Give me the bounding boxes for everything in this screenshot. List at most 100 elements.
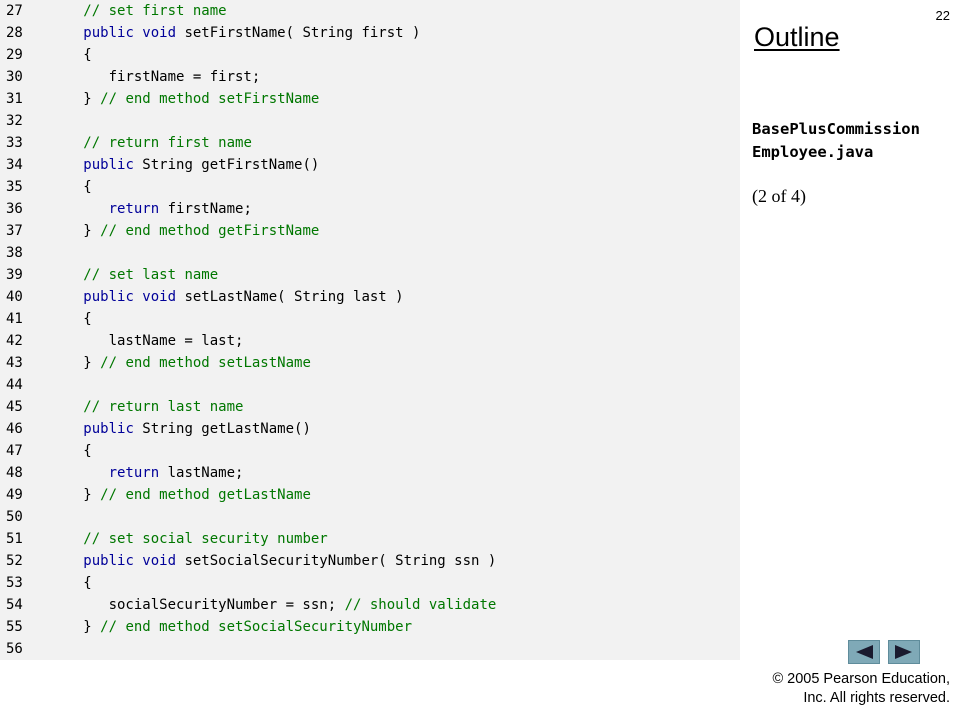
code-comment: // end method setLastName (100, 355, 311, 371)
code-line: 46 public String getLastName() (0, 418, 740, 440)
code-token: } (58, 91, 101, 107)
code-token: { (58, 575, 92, 591)
file-title-line-1: BasePlusCommission (752, 120, 920, 138)
code-token: } (58, 619, 101, 635)
code-keyword: public (83, 157, 134, 173)
code-line: 29 { (0, 44, 740, 66)
code-comment: // end method setFirstName (100, 91, 320, 107)
code-line: 49 } // end method getLastName (0, 484, 740, 506)
line-number: 46 (6, 421, 23, 437)
line-number: 38 (6, 245, 23, 261)
code-text: } // end method getFirstName (58, 220, 319, 242)
code-comment: // set first name (83, 3, 227, 19)
arrow-left-icon (856, 645, 873, 659)
code-text: firstName = first; (58, 66, 261, 88)
code-text: // set first name (58, 0, 227, 22)
code-line: 45 // return last name (0, 396, 740, 418)
line-number: 32 (6, 113, 23, 129)
line-number: 29 (6, 47, 23, 63)
line-number: 54 (6, 597, 23, 613)
code-text: public void setSocialSecurityNumber( Str… (58, 550, 496, 572)
code-line: 40 public void setLastName( String last … (0, 286, 740, 308)
code-text: lastName = last; (58, 330, 244, 352)
line-number: 36 (6, 201, 23, 217)
code-text: { (58, 572, 92, 594)
code-token: } (58, 355, 101, 371)
code-keyword: public void (83, 553, 177, 569)
code-line: 47 { (0, 440, 740, 462)
outline-title[interactable]: Outline (754, 22, 840, 53)
copyright-notice: © 2005 Pearson Education, Inc. All right… (730, 670, 950, 708)
code-token: setLastName( String last ) (176, 289, 404, 305)
code-text: return lastName; (58, 462, 244, 484)
code-line: 35 { (0, 176, 740, 198)
code-line: 55 } // end method setSocialSecurityNumb… (0, 616, 740, 638)
line-number: 40 (6, 289, 23, 305)
code-token: { (58, 311, 92, 327)
page-number: 22 (935, 8, 950, 23)
code-line: 53 { (0, 572, 740, 594)
code-line: 48 return lastName; (0, 462, 740, 484)
code-token: socialSecurityNumber = ssn; (58, 597, 345, 613)
file-title: BasePlusCommission Employee.java (752, 118, 958, 164)
code-line: 50 (0, 506, 740, 528)
line-number: 43 (6, 355, 23, 371)
code-keyword: public void (83, 289, 177, 305)
code-line: 41 { (0, 308, 740, 330)
line-number: 27 (6, 3, 23, 19)
code-comment: // end method getLastName (100, 487, 311, 503)
line-number: 42 (6, 333, 23, 349)
code-text: } // end method setLastName (58, 352, 311, 374)
code-line: 27 // set first name (0, 0, 740, 22)
code-token: setFirstName( String first ) (176, 25, 421, 41)
line-number: 53 (6, 575, 23, 591)
code-token: lastName; (159, 465, 244, 481)
code-listing-panel: 27 // set first name 28 public void setFi… (0, 0, 740, 660)
code-text: // return first name (58, 132, 252, 154)
code-token: String getLastName() (133, 421, 311, 437)
previous-slide-button[interactable] (848, 640, 880, 664)
code-text: public void setLastName( String last ) (58, 286, 404, 308)
code-comment: // set last name (83, 267, 219, 283)
code-text: socialSecurityNumber = ssn; // should va… (58, 594, 497, 616)
code-text: public String getFirstName() (58, 154, 319, 176)
copyright-line-2: Inc. All rights reserved. (803, 690, 950, 706)
code-token: setSocialSecurityNumber( String ssn ) (176, 553, 497, 569)
line-number: 37 (6, 223, 23, 239)
code-line: 52 public void setSocialSecurityNumber( … (0, 550, 740, 572)
code-line: 28 public void setFirstName( String firs… (0, 22, 740, 44)
next-slide-button[interactable] (888, 640, 920, 664)
code-keyword: public void (83, 25, 177, 41)
code-keyword: return (108, 201, 160, 217)
line-number: 34 (6, 157, 23, 173)
line-number: 35 (6, 179, 23, 195)
code-keyword: return (108, 465, 160, 481)
code-line: 30 firstName = first; (0, 66, 740, 88)
code-line: 39 // set last name (0, 264, 740, 286)
code-text: // set social security number (58, 528, 328, 550)
code-line: 31 } // end method setFirstName (0, 88, 740, 110)
code-comment: // end method setSocialSecurityNumber (100, 619, 413, 635)
line-number: 28 (6, 25, 23, 41)
code-line: 32 (0, 110, 740, 132)
line-number: 48 (6, 465, 23, 481)
line-number: 56 (6, 641, 23, 657)
code-comment: // set social security number (83, 531, 328, 547)
code-text: { (58, 176, 91, 198)
code-comment: // return first name (83, 135, 252, 151)
code-text: } // end method setSocialSecurityNumber (58, 616, 412, 638)
code-line: 34 public String getFirstName() (0, 154, 740, 176)
line-number: 47 (6, 443, 23, 459)
line-number: 31 (6, 91, 23, 107)
code-token: firstName = first; (58, 69, 261, 85)
code-line: 44 (0, 374, 740, 396)
code-token: lastName = last; (58, 333, 244, 349)
code-text: { (58, 44, 91, 66)
